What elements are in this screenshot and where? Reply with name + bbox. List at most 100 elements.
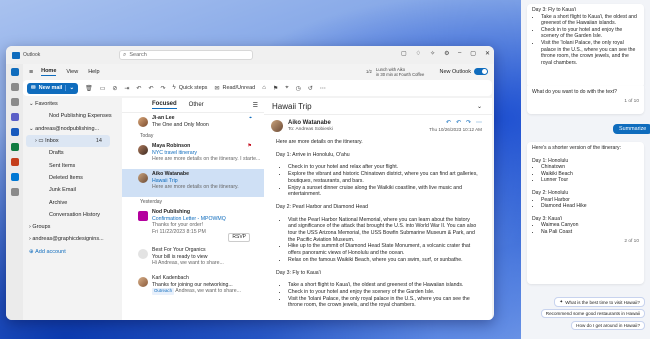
folder-sent[interactable]: Sent Items: [23, 159, 113, 171]
tab-view[interactable]: View: [66, 69, 78, 75]
flag-icon[interactable]: ⚑: [273, 85, 278, 92]
ribbon: ✉ New mail ⌄ 🗑 ▭ ⊘ ⇥ ↶ ↶ ↷ ϟ Quick steps ✉ R…: [23, 80, 492, 96]
group-yesterday: Yesterday: [140, 199, 163, 205]
list-item[interactable]: Ji-an Lee The One and Only Moon ⌖: [122, 113, 264, 131]
lightbulb-icon[interactable]: ✧: [430, 50, 435, 57]
powerpoint-icon[interactable]: [10, 158, 19, 166]
list-item-selected[interactable]: Aiko Watanabe Hawaii Trip Here are more …: [122, 169, 264, 197]
pin-icon[interactable]: ⌖: [285, 85, 288, 92]
account-graphicdesign[interactable]: › andreas@graphicdesignins...: [23, 233, 113, 245]
avatar: [138, 173, 148, 183]
forward-icon[interactable]: ↷: [466, 119, 471, 126]
groups-header[interactable]: › Groups: [23, 221, 113, 233]
tab-other[interactable]: Other: [189, 102, 204, 108]
rsvp-button[interactable]: RSVP: [228, 233, 250, 242]
account-nodpublishing[interactable]: ⌄ andreas@nodpublishing...: [23, 123, 113, 135]
list-item[interactable]: Nod Publishing Confirmation Letter - MPO…: [122, 207, 264, 245]
copilot-pane: Day 3: Fly to Kaua'i Take a short flight…: [521, 0, 650, 339]
filter-icon[interactable]: ☰: [253, 102, 258, 109]
search-icon: ⌕: [123, 51, 127, 58]
suggestion-chip[interactable]: How do I get around in Hawaii?: [571, 321, 645, 330]
maximize-button[interactable]: ▢: [470, 50, 476, 57]
list-item[interactable]: Karl Kadenbach Thanks for joining our ne…: [122, 273, 264, 299]
tab-help[interactable]: Help: [88, 69, 99, 75]
search-input[interactable]: ⌕ Search: [119, 50, 253, 60]
list-item[interactable]: Maya Robinson NYC travel itinerary Here …: [122, 141, 264, 169]
reply-all-icon[interactable]: ↶: [148, 85, 153, 92]
title-bar: Outlook ⌕ Search ▢ ♢ ✧ ⚙ – ▢ ✕: [6, 46, 494, 64]
report-icon[interactable]: ⊘: [112, 85, 117, 92]
apps-icon[interactable]: [10, 188, 19, 196]
compose-icon: ✉: [31, 85, 36, 91]
folder-expenses[interactable]: Nod Publishing Expenses: [23, 110, 113, 122]
chevron-down-icon[interactable]: ⌄: [477, 103, 482, 110]
reminder[interactable]: 1/2 Lunch with Aiko in 30 min at Fourth Co…: [366, 67, 424, 77]
bell-icon[interactable]: ♢: [416, 50, 421, 57]
tag-icon[interactable]: ⌂: [262, 85, 266, 91]
minimize-button[interactable]: –: [458, 50, 461, 57]
message-body: Here are more details on the itinerary. …: [264, 139, 492, 309]
sender-name[interactable]: Aiko Watanabe: [288, 120, 331, 126]
new-outlook-toggle[interactable]: [474, 68, 488, 75]
envelope-icon[interactable]: ✉: [214, 85, 219, 92]
copilot-question: What do you want to do with the text? 1 …: [527, 86, 644, 114]
folder-archive[interactable]: Archive: [23, 196, 113, 208]
hamburger-icon[interactable]: ≡: [29, 69, 33, 76]
suggestion-chip[interactable]: Recommend some good restaurants in Hawai…: [540, 309, 645, 318]
teams-icon[interactable]: [10, 113, 19, 121]
undo-icon[interactable]: ↺: [308, 85, 313, 92]
tab-focused[interactable]: Focused: [152, 101, 177, 109]
list-item[interactable]: Best For Your Organics Your bill is read…: [122, 245, 264, 273]
summarize-button[interactable]: Summarize: [613, 124, 650, 134]
menu-bar: ≡ Home View Help 1/2 Lunch with Aiko in 30…: [23, 64, 494, 80]
delete-icon[interactable]: 🗑: [85, 85, 93, 92]
app-rail: [6, 64, 23, 320]
reading-pane: Hawaii Trip ⌄ Aiko Watanabe To: Andreas S…: [264, 98, 492, 320]
zap-icon[interactable]: ϟ: [173, 85, 176, 91]
outlook-window: Outlook ⌕ Search ▢ ♢ ✧ ⚙ – ▢ ✕ ≡ Home View Hel…: [6, 46, 494, 320]
favorites-header[interactable]: ⌄ Favorites: [23, 98, 113, 110]
add-account-link[interactable]: ⊕ Add account: [23, 246, 113, 258]
avatar: [138, 117, 148, 127]
read-unread-label[interactable]: Read/Unread: [222, 85, 255, 91]
new-mail-button[interactable]: ✉ New mail ⌄: [27, 82, 79, 94]
folder-drafts[interactable]: Drafts: [23, 147, 113, 159]
folder-inbox[interactable]: › ▭ Inbox 14: [26, 134, 110, 148]
calendar-icon[interactable]: [10, 83, 19, 91]
people-icon[interactable]: [10, 98, 19, 106]
more-icon[interactable]: ⋯: [476, 119, 482, 126]
reply-icon[interactable]: ↶: [446, 119, 451, 126]
move-icon[interactable]: ⇥: [124, 85, 129, 92]
tab-home[interactable]: Home: [41, 68, 57, 76]
pin-icon[interactable]: ⌖: [249, 115, 252, 122]
quick-steps-label[interactable]: Quick steps: [179, 85, 208, 91]
archive-icon[interactable]: ▭: [100, 85, 106, 92]
message-list: Focused Other ☰ Ji-an Lee The One and On…: [122, 98, 264, 320]
category-tag: Outreach: [152, 288, 175, 295]
clock-icon[interactable]: ◷: [296, 85, 301, 92]
response-counter: 1 of 10: [624, 98, 639, 104]
search-placeholder: Search: [129, 52, 147, 58]
folder-junk[interactable]: Junk Email: [23, 184, 113, 196]
mail-icon[interactable]: [10, 68, 19, 76]
chevron-down-icon[interactable]: ⌄: [65, 85, 74, 91]
suggestion-chip[interactable]: ✦ What is the best time to visit Hawaii?: [554, 297, 645, 307]
reply-icon[interactable]: ↶: [136, 85, 141, 92]
flag-icon[interactable]: ⚑: [247, 143, 252, 150]
gear-icon[interactable]: ⚙: [444, 50, 449, 57]
recipient: To: Andreas Sobieski: [288, 127, 333, 132]
excel-icon[interactable]: [10, 143, 19, 151]
onedrive-icon[interactable]: [10, 173, 19, 181]
meet-icon[interactable]: ▢: [401, 50, 407, 57]
outlook-logo-icon: [12, 51, 20, 59]
sparkle-icon: ✦: [559, 299, 564, 304]
forward-icon[interactable]: ↷: [160, 85, 165, 92]
reply-all-icon[interactable]: ↶: [456, 119, 461, 126]
folder-deleted[interactable]: Deleted Items: [23, 172, 113, 184]
inbox-icon: ▭: [38, 138, 44, 145]
new-outlook-label: New Outlook: [439, 68, 472, 75]
folder-conversation-history[interactable]: Conversation History: [23, 209, 113, 221]
close-button[interactable]: ✕: [485, 50, 490, 57]
word-icon[interactable]: [10, 128, 19, 136]
more-icon[interactable]: ⋯: [320, 85, 326, 92]
